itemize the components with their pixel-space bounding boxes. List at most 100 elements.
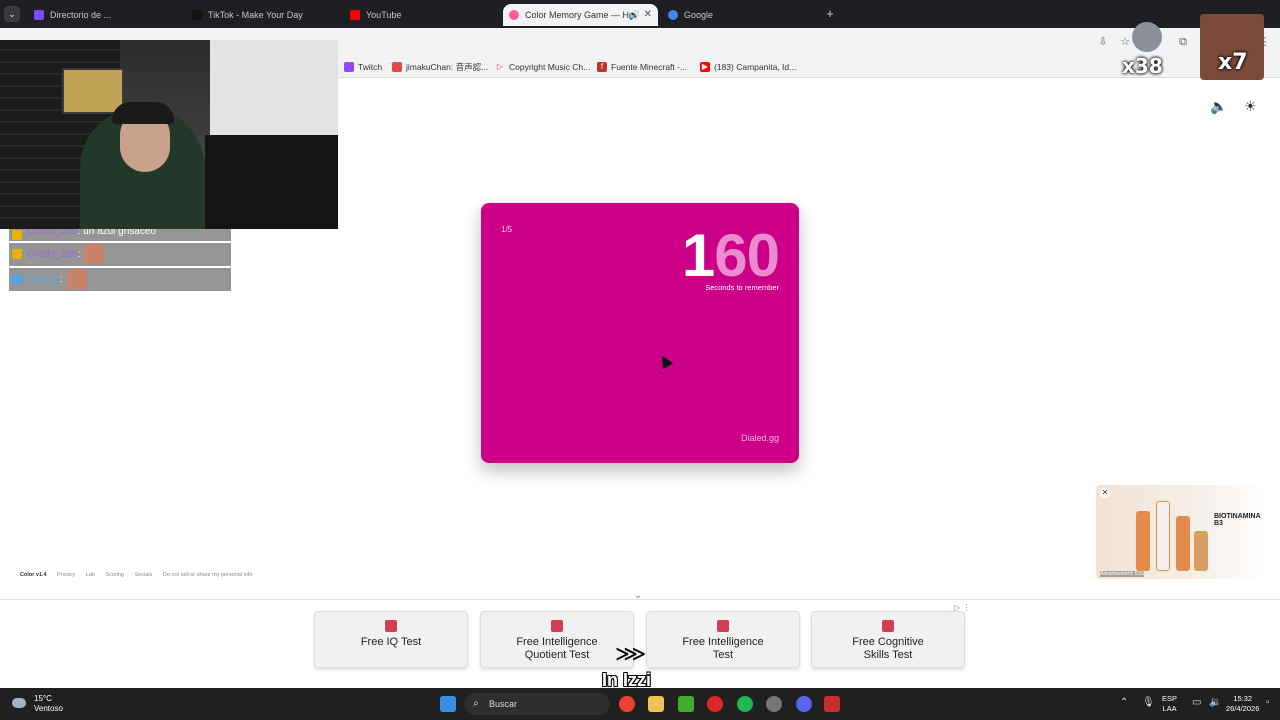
youtube-icon: ▶ — [700, 62, 710, 72]
lang-top: ESP — [1162, 694, 1178, 703]
tab-favicon — [34, 10, 44, 20]
cloud-icon — [12, 698, 26, 708]
taskbar-search[interactable]: ⌕ Buscar — [465, 693, 610, 715]
chat-emote — [66, 269, 87, 290]
windows-taskbar: 15°C Ventoso ⌕ Buscar ⌃ 🎙 ESP LAA ▭ 🔉 15… — [0, 688, 1280, 720]
face-overlay: x7 — [1200, 14, 1264, 80]
windows-start-icon[interactable] — [440, 696, 456, 712]
footer-link-scoring[interactable]: Scoring — [105, 572, 124, 578]
bookmark-label: Twitch — [358, 62, 383, 72]
streamer-cap — [112, 102, 174, 124]
webcam-painting — [62, 68, 124, 114]
tab-list-button[interactable]: ⌄ — [4, 6, 20, 22]
arrow-overlay: ⋙ — [615, 641, 647, 666]
ad-button-cognitive-skills[interactable]: Free Cognitive Skills Test — [811, 611, 965, 668]
bookmark-campanita[interactable]: ▶ (183) Campanita, Id... — [700, 56, 796, 78]
theme-toggle-icon[interactable]: ☀ — [1244, 98, 1257, 116]
notification-icon[interactable]: ▫ — [1266, 697, 1270, 708]
timer-digits-secondary: 60 — [714, 222, 780, 289]
bookmark-jimakuchan[interactable]: jimakuChan: 音声認... — [392, 56, 488, 78]
ad-product — [1194, 531, 1208, 571]
timer-digit-primary: 1 — [681, 222, 715, 289]
chat-text: : — [59, 274, 63, 285]
volume-icon[interactable]: 🔉 — [1209, 697, 1221, 708]
tab-tiktok[interactable]: TikTok - Make Your Day — [186, 4, 336, 26]
tab-favicon — [668, 10, 678, 20]
chat-badge-icon — [12, 274, 22, 284]
speaker-icon[interactable]: 🔊 — [629, 4, 640, 26]
ad-button-label: Free Intelligence Test — [682, 636, 764, 661]
twitch-icon — [344, 62, 354, 72]
countdown-timer: 160 — [681, 221, 780, 291]
chrome-icon[interactable] — [619, 696, 635, 712]
microphone-icon[interactable]: 🎙 — [1142, 697, 1155, 708]
tab-favicon — [350, 10, 360, 20]
play-icon: ▷ — [496, 62, 504, 71]
footer-link-lab[interactable]: Lab — [86, 572, 95, 578]
ad-button-iq-test[interactable]: Free IQ Test — [314, 611, 468, 668]
voicemod-icon[interactable] — [824, 696, 840, 712]
round-counter: 1/5 — [501, 225, 513, 234]
chat-message: lawtyyy: — [9, 268, 231, 291]
ad-video-title: BIOTINAMINA B3 — [1214, 513, 1261, 527]
streamer-webcam — [0, 40, 338, 229]
clock[interactable]: 15:32 26/4/2026 — [1226, 694, 1259, 714]
tab-color-memory-game[interactable]: Color Memory Game — Ho 🔊 ✕ — [503, 4, 658, 26]
footer-link-socials[interactable]: Socials — [135, 572, 153, 578]
weather-temperature: 15°C — [34, 694, 52, 703]
clipboard-icon — [717, 620, 729, 632]
close-icon[interactable]: ✕ — [644, 4, 652, 26]
network-icon[interactable]: ▭ — [1192, 697, 1201, 708]
clock-time: 15:32 — [1233, 694, 1253, 703]
sound-icon[interactable]: 🔈 — [1210, 98, 1227, 116]
close-icon[interactable]: ✕ — [1100, 488, 1110, 498]
bookmark-copyright-music[interactable]: ▷ Copyright Music Ch... — [495, 56, 590, 78]
ad-button-intelligence-test[interactable]: Free Intelligence Test — [646, 611, 800, 668]
language-indicator[interactable]: ESP LAA — [1162, 694, 1177, 714]
tab-title: Google — [684, 10, 714, 20]
ad-product — [1156, 501, 1170, 571]
tab-youtube[interactable]: YouTube — [344, 4, 494, 26]
opera-icon[interactable] — [707, 696, 723, 712]
bookmark-fuente-minecraft[interactable]: f Fuente Minecraft -... — [597, 56, 687, 78]
lang-bottom: LAA — [1162, 704, 1177, 713]
video-ad[interactable]: BIOTINAMINA B3 Advertisement: 0:51 — [1096, 485, 1266, 579]
chat-text: : — [77, 249, 81, 260]
chevron-down-icon[interactable]: ⌄ — [634, 590, 642, 601]
discord-icon[interactable] — [796, 696, 812, 712]
search-placeholder: Buscar — [489, 699, 518, 709]
footer-link-privacy[interactable]: Privacy — [57, 572, 75, 578]
install-icon[interactable]: ⇩ — [1096, 35, 1110, 49]
weather-description: Ventoso — [34, 704, 63, 713]
minecraft-icon[interactable] — [678, 696, 694, 712]
bookmark-label: jimakuChan: 音声認... — [406, 62, 489, 72]
face-count: x7 — [1218, 50, 1248, 75]
footer-links: Color v1.4 Privacy Lab Scoring Socials D… — [20, 572, 261, 578]
bookmark-label: (183) Campanita, Id... — [714, 62, 797, 72]
browser-tab-strip: ⌄ Directorio de ... TikTok - Make Your D… — [0, 0, 1280, 28]
tab-title: TikTok - Make Your Day — [208, 10, 303, 20]
chat-username: lawtyyy — [27, 274, 60, 285]
color-memory-card[interactable]: 1/5 160 Seconds to remember Dialed.gg — [481, 203, 799, 463]
spotify-icon[interactable] — [737, 696, 753, 712]
chat-badge-icon — [12, 230, 22, 240]
bookmark-twitch[interactable]: Twitch — [344, 56, 382, 78]
chevron-up-icon[interactable]: ⌃ — [1120, 697, 1128, 708]
footer-link-privacy-choices[interactable]: Do not sell or share my personal info — [163, 572, 253, 578]
chat-message: Cristhi_200: — [9, 243, 231, 266]
extensions-icon[interactable]: ⧉ — [1176, 35, 1190, 49]
new-tab-button[interactable]: + — [822, 6, 838, 22]
brand-label: Dialed.gg — [740, 433, 779, 443]
cat-count: x38 — [1122, 54, 1163, 78]
ad-button-intelligence-quotient[interactable]: Free Intelligence Quotient Test — [480, 611, 634, 668]
chat-username: Cristhi_200 — [27, 249, 78, 260]
weather-widget[interactable]: 15°C Ventoso — [12, 694, 63, 714]
chat-emote — [84, 244, 105, 265]
ad-video-label: Advertisement: 0:51 — [1100, 571, 1145, 577]
file-explorer-icon[interactable] — [648, 696, 664, 712]
tab-favicon — [192, 10, 202, 20]
ad-product — [1136, 511, 1150, 571]
tab-google[interactable]: Google — [662, 4, 817, 26]
tab-directorio[interactable]: Directorio de ... — [28, 4, 178, 26]
obs-icon[interactable] — [766, 696, 782, 712]
